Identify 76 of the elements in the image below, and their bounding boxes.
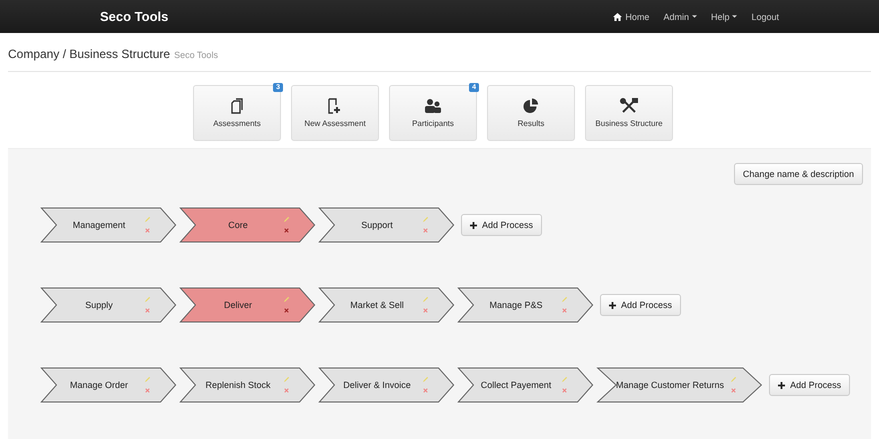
- pencil-icon[interactable]: [144, 296, 151, 303]
- tile-label: Results: [518, 119, 544, 128]
- pencil-icon[interactable]: [730, 376, 738, 383]
- process-step[interactable]: Deliver: [179, 287, 316, 323]
- process-label: Core: [227, 220, 249, 230]
- process-step[interactable]: Manage Customer Returns: [596, 367, 764, 403]
- process-step[interactable]: Market & Sell: [318, 287, 455, 323]
- pencil-icon[interactable]: [283, 216, 290, 223]
- plus-icon: [609, 302, 616, 308]
- process-step[interactable]: Manage Order: [40, 367, 177, 403]
- nav-link[interactable]: Help: [710, 12, 738, 22]
- close-icon[interactable]: [144, 307, 151, 314]
- process-step[interactable]: Management: [40, 207, 177, 243]
- process-step[interactable]: Supply: [40, 287, 177, 323]
- process-label: Management: [72, 220, 126, 230]
- process-label: Replenish Stock: [204, 380, 272, 390]
- page-subtitle: Seco Tools: [174, 50, 218, 60]
- pencil-icon[interactable]: [144, 376, 151, 383]
- pencil-icon[interactable]: [144, 216, 151, 223]
- process-label: Deliver & Invoice: [342, 380, 412, 390]
- page-title: Company / Business Structure: [8, 47, 170, 61]
- brand-link[interactable]: Seco Tools: [100, 9, 168, 24]
- pencil-icon[interactable]: [283, 296, 290, 303]
- pencil-icon[interactable]: [561, 296, 568, 303]
- add-process-button[interactable]: Add Process: [461, 214, 542, 236]
- users-icon: [423, 98, 443, 114]
- home-icon: [613, 12, 622, 20]
- process-label: Manage P&S: [488, 300, 544, 310]
- plus-icon: [470, 222, 477, 228]
- plus-icon: [778, 382, 786, 388]
- close-icon[interactable]: [422, 387, 429, 394]
- close-icon[interactable]: [730, 387, 738, 394]
- nav-link[interactable]: Logout: [751, 12, 779, 22]
- process-label: Support: [360, 220, 394, 230]
- pencil-icon[interactable]: [561, 376, 568, 383]
- tile-label: Business Structure: [595, 119, 663, 128]
- close-icon[interactable]: [283, 387, 290, 394]
- process-label: Deliver: [222, 300, 253, 310]
- close-icon[interactable]: [561, 387, 568, 394]
- nav-tile[interactable]: New Assessment: [291, 85, 379, 141]
- process-label: Market & Sell: [349, 300, 405, 310]
- change-name-button[interactable]: Change name & description: [734, 163, 863, 185]
- nav-tile[interactable]: Results: [487, 85, 575, 141]
- add-process-button[interactable]: Add Process: [769, 374, 850, 396]
- pencil-icon[interactable]: [422, 376, 429, 383]
- pencil-icon[interactable]: [422, 296, 429, 303]
- close-icon[interactable]: [422, 307, 429, 314]
- nav-tile[interactable]: Business Structure: [585, 85, 673, 141]
- close-icon[interactable]: [283, 307, 290, 314]
- process-step[interactable]: Support: [318, 207, 455, 243]
- tools-icon: [619, 98, 639, 114]
- add-process-button[interactable]: Add Process: [600, 294, 682, 316]
- process-step[interactable]: Deliver & Invoice: [318, 367, 455, 403]
- process-label: Manage Order: [68, 380, 130, 390]
- tile-label: New Assessment: [304, 119, 366, 128]
- process-step[interactable]: Replenish Stock: [179, 367, 316, 403]
- close-icon[interactable]: [561, 307, 568, 314]
- close-icon[interactable]: [144, 387, 151, 394]
- caret-icon: [692, 15, 697, 18]
- tile-label: Assessments: [213, 119, 261, 128]
- nav-link[interactable]: Home: [613, 12, 650, 22]
- process-label: Manage Customer Returns: [616, 380, 726, 390]
- tile-label: Participants: [412, 119, 454, 128]
- process-step[interactable]: Core: [179, 207, 316, 243]
- process-label: Collect Payement: [480, 380, 552, 390]
- process-step[interactable]: Manage P&S: [457, 287, 594, 323]
- close-icon[interactable]: [283, 227, 290, 234]
- pencil-icon[interactable]: [283, 376, 290, 383]
- process-label: Supply: [84, 300, 114, 310]
- pie-chart-icon: [521, 98, 541, 114]
- pencil-icon[interactable]: [422, 216, 429, 223]
- caret-icon: [732, 15, 738, 18]
- process-step[interactable]: Collect Payement: [457, 367, 594, 403]
- close-icon[interactable]: [144, 227, 151, 234]
- close-icon[interactable]: [422, 227, 429, 234]
- nav-link[interactable]: Admin: [663, 12, 697, 22]
